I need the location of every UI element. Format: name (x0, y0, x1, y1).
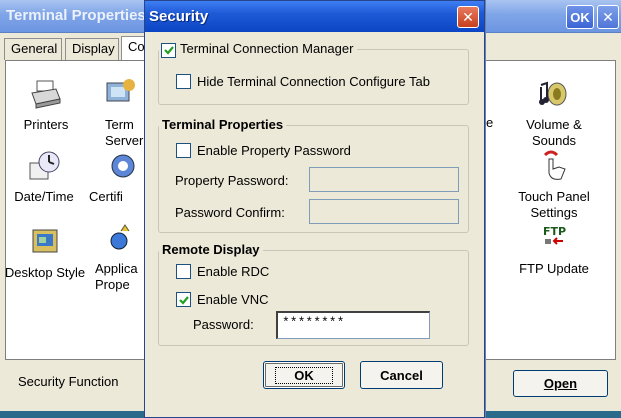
item-ftp-update[interactable]: FTP FTP Update (511, 221, 597, 277)
terminal-server-icon (106, 79, 135, 102)
touch-hand-icon (543, 150, 566, 180)
ftp-icon: FTP (543, 225, 566, 245)
remote-display-title: Remote Display (159, 242, 263, 257)
window-title: Terminal Properties (6, 7, 146, 24)
item-label: Volume & Sounds (526, 117, 582, 148)
enable-vnc-label: Enable VNC (197, 292, 269, 307)
property-password-field[interactable] (309, 167, 459, 192)
application-icon (110, 224, 130, 250)
clock-icon (29, 151, 60, 180)
item-touch-panel-settings[interactable]: Touch Panel Settings (511, 149, 597, 221)
checkmark-icon (178, 295, 189, 305)
dialog-close-button[interactable]: ✕ (457, 6, 479, 28)
printer-icon (31, 80, 61, 109)
item-label: FTP Update (519, 261, 589, 276)
dialog-title: Security (149, 8, 209, 25)
item-terminal-server[interactable]: Term Server (85, 77, 145, 149)
security-dialog: Security ✕ Terminal Connection Manager H… (144, 0, 485, 418)
vnc-password-label: Password: (193, 317, 254, 332)
tcm-checkbox[interactable] (161, 42, 176, 58)
item-label: Touch Panel Settings (518, 189, 590, 220)
item-volume-sounds[interactable]: Volume & Sounds (511, 77, 597, 149)
vnc-password-input[interactable]: ******** (276, 311, 430, 339)
hide-tab-label: Hide Terminal Connection Configure Tab (197, 74, 430, 89)
enable-property-password-checkbox[interactable] (176, 143, 191, 158)
ok-button[interactable]: OK (263, 361, 345, 389)
enable-rdc-checkbox[interactable] (176, 264, 191, 279)
item-certificates[interactable]: Certifi (85, 149, 145, 205)
tab-general[interactable]: General (4, 38, 62, 60)
ok-label: OK (275, 366, 333, 384)
item-label: Printers (23, 117, 69, 132)
checkmark-icon (163, 46, 174, 55)
titlebar-close-button[interactable]: ✕ (597, 5, 619, 29)
enable-vnc-checkbox[interactable] (176, 292, 191, 307)
item-desktop-style[interactable]: Desktop Style (2, 225, 88, 281)
svg-text:FTP: FTP (543, 225, 566, 238)
partial-label: e (486, 115, 494, 130)
item-label: Date/Time (14, 189, 74, 204)
item-application-properties[interactable]: Applica Prope (85, 221, 145, 293)
dialog-titlebar: Security ✕ (145, 1, 484, 32)
gear-icon (111, 154, 135, 178)
tab-display[interactable]: Display (65, 38, 119, 60)
tcm-label: Terminal Connection Manager (180, 41, 354, 56)
enable-rdc-label: Enable RDC (197, 264, 270, 279)
status-text: Security Function (18, 374, 119, 389)
titlebar-ok-button[interactable]: OK (566, 5, 594, 29)
terminal-properties-title: Terminal Properties (159, 117, 287, 132)
cancel-button[interactable]: Cancel (360, 361, 443, 389)
speaker-icon (539, 81, 567, 106)
item-label: Desktop Style (4, 265, 86, 280)
enable-property-password-label: Enable Property Password (197, 143, 351, 158)
open-button[interactable]: Open (513, 370, 608, 397)
desktop-icon (32, 229, 58, 253)
hide-tab-checkbox[interactable] (176, 74, 191, 89)
item-date-time[interactable]: Date/Time (1, 149, 87, 205)
item-label: Applica Prope (95, 261, 138, 292)
item-label: Term Server (105, 117, 144, 148)
password-confirm-label: Password Confirm: (175, 205, 285, 220)
item-label: Certifi (89, 189, 123, 204)
item-printers[interactable]: Printers (3, 77, 89, 133)
password-confirm-field[interactable] (309, 199, 459, 224)
tcm-header: Terminal Connection Manager (159, 41, 358, 58)
property-password-label: Property Password: (175, 173, 289, 188)
